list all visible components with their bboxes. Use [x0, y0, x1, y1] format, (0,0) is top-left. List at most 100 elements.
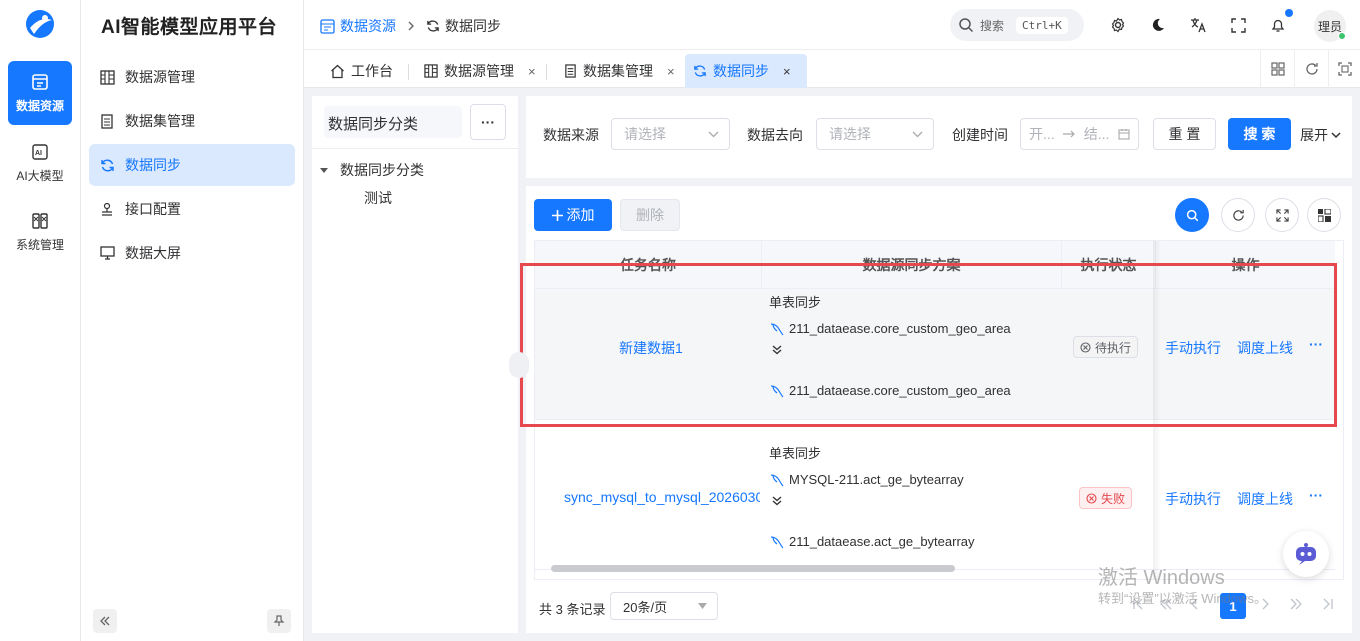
- chevron-right-icon: [407, 21, 415, 31]
- global-search[interactable]: 搜索 Ctrl+K: [950, 9, 1084, 41]
- tab-dataset-manage[interactable]: 数据集管理 ×: [556, 54, 683, 88]
- category-title: 数据同步分类: [324, 106, 462, 138]
- sync-icon: [99, 157, 115, 173]
- sync-plan-type: 单表同步: [769, 446, 822, 461]
- target-select[interactable]: 请选择: [816, 118, 934, 150]
- search-icon: [958, 17, 974, 33]
- date-range-picker[interactable]: 开... 结...: [1020, 118, 1139, 150]
- tab-refresh-button[interactable]: [1294, 50, 1328, 88]
- settings-icon[interactable]: [1108, 15, 1128, 35]
- target-label: 数据去向: [747, 127, 803, 143]
- vertical-scrollbar[interactable]: [1343, 441, 1344, 575]
- arrow-right-icon: [1063, 130, 1076, 138]
- caret-down-icon: [320, 166, 328, 174]
- breadcrumb-current: 数据同步: [445, 18, 501, 34]
- fullscreen-icon[interactable]: [1228, 15, 1248, 35]
- tab-data-sync[interactable]: 数据同步 ×: [685, 54, 807, 88]
- menu-item-data-sync[interactable]: 数据同步: [89, 144, 295, 186]
- caret-down-icon: [698, 603, 707, 609]
- chevron-down-icon: [1331, 131, 1341, 139]
- rail-item-system[interactable]: 系统管理: [8, 200, 72, 264]
- divider: [312, 148, 518, 149]
- category-more-button[interactable]: ···: [470, 104, 506, 140]
- more-actions-icon[interactable]: ···: [1309, 487, 1323, 503]
- toggle-search-button[interactable]: [1175, 198, 1209, 232]
- tab-close-icon[interactable]: ×: [528, 64, 536, 79]
- tab-divider: [546, 64, 547, 80]
- ai-assistant-button[interactable]: [1283, 531, 1329, 577]
- search-button[interactable]: 搜 索: [1228, 118, 1291, 150]
- tree-node-child[interactable]: 测试: [364, 188, 392, 208]
- columns-icon: [1317, 208, 1331, 222]
- tab-close-icon[interactable]: ×: [667, 64, 675, 79]
- collapse-sidebar-button[interactable]: [93, 609, 117, 633]
- last-page-icon[interactable]: [1322, 598, 1334, 610]
- dark-mode-icon[interactable]: [1148, 15, 1168, 35]
- menu-item-api-config[interactable]: 接口配置: [89, 188, 295, 230]
- pin-sidebar-button[interactable]: [267, 609, 291, 633]
- tab-divider: [408, 64, 409, 80]
- expand-toggle[interactable]: 展开: [1300, 125, 1341, 145]
- ai-icon: AI: [31, 143, 49, 161]
- table-row: sync_mysql_to_mysql_2026030 单表同步 MYSQL-2…: [535, 420, 1335, 570]
- horizontal-scrollbar[interactable]: [551, 565, 955, 572]
- delete-button[interactable]: 删除: [620, 199, 680, 231]
- tab-close-icon[interactable]: ×: [783, 64, 791, 79]
- online-status-dot: [1338, 32, 1346, 40]
- refresh-table-button[interactable]: [1221, 198, 1255, 232]
- grid-icon: [1270, 62, 1285, 76]
- error-icon: [1086, 492, 1097, 504]
- list-icon: [564, 64, 577, 78]
- menu-item-datasource-manage[interactable]: 数据源管理: [89, 56, 295, 98]
- status-badge: 失败: [1079, 487, 1133, 509]
- highlight-box: [520, 263, 1337, 427]
- manual-run-link[interactable]: 手动执行: [1165, 489, 1221, 509]
- tab-datasource-manage[interactable]: 数据源管理 ×: [416, 54, 544, 88]
- filter-bar: 数据来源 请选择 数据去向 请选择 创建时间 开... 结... 重 置 搜 索…: [526, 96, 1352, 178]
- calendar-icon: [1118, 128, 1130, 140]
- monitor-icon: [99, 245, 115, 261]
- double-chevron-left-icon: [99, 615, 111, 627]
- menu-item-data-screen[interactable]: 数据大屏: [89, 232, 295, 274]
- double-chevron-down-icon: [772, 496, 782, 506]
- next-group-icon[interactable]: [1290, 598, 1302, 610]
- tab-bar: 工作台 数据源管理 × 数据集管理 × 数据同步 ×: [304, 50, 1360, 88]
- top-header: 数据资源 数据同步 搜索 Ctrl+K 理员: [304, 0, 1360, 50]
- menu-item-dataset-manage[interactable]: 数据集管理: [89, 100, 295, 142]
- search-placeholder: 搜索: [980, 18, 1005, 33]
- add-button[interactable]: 添加: [534, 199, 612, 231]
- breadcrumb-root[interactable]: 数据资源: [340, 16, 396, 36]
- schedule-online-link[interactable]: 调度上线: [1237, 489, 1293, 509]
- fullscreen-table-button[interactable]: [1265, 198, 1299, 232]
- rail-item-ai-model[interactable]: AI AI大模型: [8, 131, 72, 195]
- svg-text:AI: AI: [35, 150, 42, 157]
- home-icon: [330, 64, 345, 79]
- api-icon: [99, 201, 115, 217]
- maximize-icon: [1337, 62, 1352, 76]
- refresh-icon: [1305, 62, 1319, 76]
- panel-splitter-handle[interactable]: [509, 352, 529, 378]
- notification-icon[interactable]: [1268, 15, 1288, 35]
- source-select[interactable]: 请选择: [611, 118, 730, 150]
- sync-icon: [426, 19, 440, 33]
- sync-category-panel: 数据同步分类 ··· 数据同步分类 测试: [312, 96, 518, 633]
- reset-button[interactable]: 重 置: [1153, 118, 1216, 150]
- tab-layout-button[interactable]: [1260, 50, 1294, 88]
- translate-icon[interactable]: [1188, 15, 1208, 35]
- chevron-down-icon: [912, 131, 923, 138]
- database-icon: [424, 64, 438, 78]
- sub-sidebar: AI智能模型应用平台 数据源管理 数据集管理 数据同步 接口配置 数据大屏: [81, 0, 304, 641]
- windows-activation-hint: 转到“设置”以激活 Windows。: [1098, 591, 1268, 606]
- chevron-down-icon: [708, 131, 719, 138]
- tab-maximize-button[interactable]: [1328, 50, 1360, 88]
- tree-node-root[interactable]: 数据同步分类: [320, 160, 424, 180]
- task-name-link[interactable]: sync_mysql_to_mysql_2026030: [564, 489, 760, 505]
- tab-workbench[interactable]: 工作台: [322, 54, 401, 88]
- column-settings-button[interactable]: [1307, 198, 1341, 232]
- search-icon: [1186, 209, 1199, 222]
- search-shortcut: Ctrl+K: [1016, 16, 1068, 34]
- robot-icon: [1293, 542, 1319, 566]
- rail-item-datasource[interactable]: 数据资源: [8, 61, 72, 125]
- plus-icon: [551, 209, 563, 221]
- page-size-select[interactable]: 20条/页: [610, 592, 718, 620]
